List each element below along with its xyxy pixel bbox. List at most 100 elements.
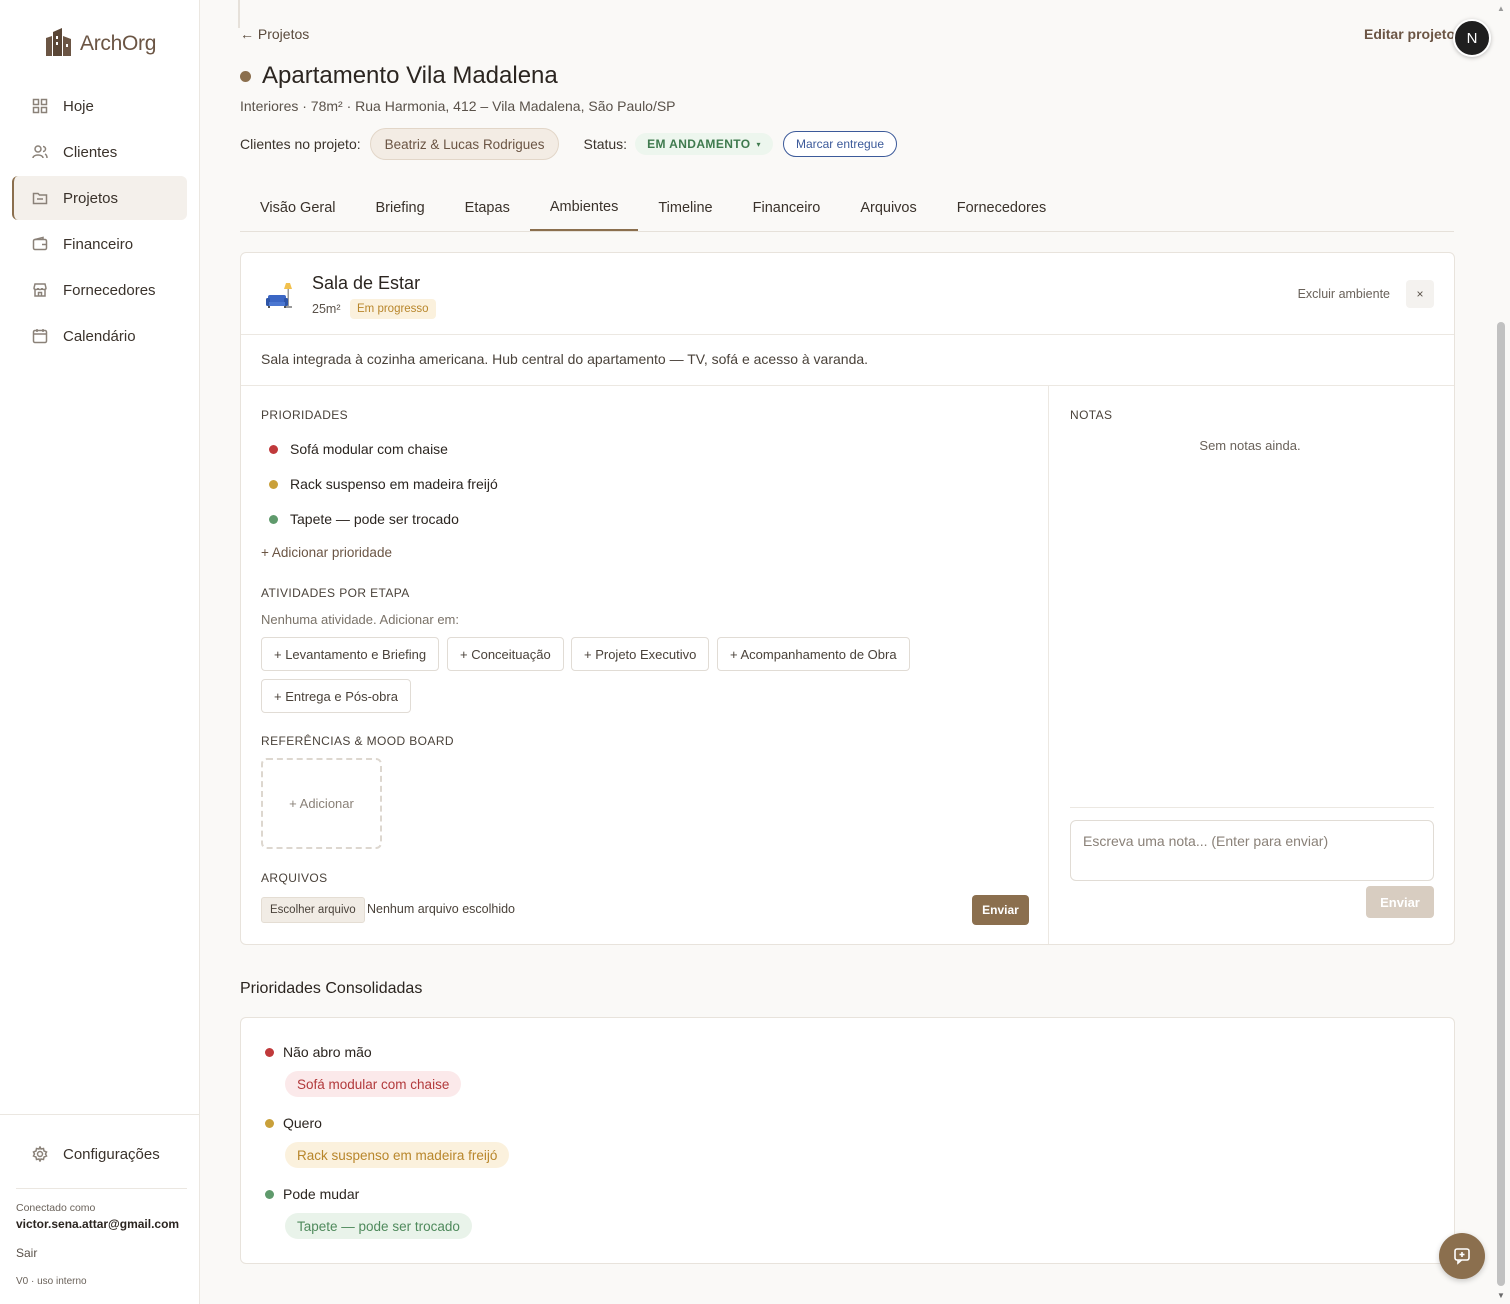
- sidebar-item-label: Projetos: [63, 189, 119, 207]
- edit-project-link[interactable]: Editar projeto: [1364, 26, 1455, 42]
- notes-divider: [1070, 807, 1434, 808]
- version-label: V0 · uso interno: [16, 1276, 87, 1287]
- sidebar-item-configuracoes[interactable]: Configurações: [12, 1132, 187, 1176]
- store-icon: [33, 283, 47, 297]
- priority-group-label: Quero: [283, 1115, 322, 1131]
- scrollbar-thumb[interactable]: [1497, 322, 1505, 1286]
- priority-group-want: Quero: [265, 1115, 322, 1131]
- room-header: Sala de Estar 25m² Em progresso Excluir …: [241, 253, 1454, 335]
- calendar-icon: [32, 329, 48, 344]
- tab-timeline[interactable]: Timeline: [638, 184, 732, 231]
- notes-panel: NOTAS Sem notas ainda. Enviar: [1050, 386, 1454, 944]
- project-subtitle: Interiores · 78m² · Rua Harmonia, 412 – …: [240, 98, 676, 114]
- no-file-text: Nenhum arquivo escolhido: [367, 902, 516, 916]
- mark-delivered-button[interactable]: Marcar entregue: [782, 131, 898, 157]
- wallet-icon: [32, 236, 48, 251]
- priority-chip: Sofá modular com chaise: [285, 1071, 462, 1097]
- sidebar-item-label: Calendário: [63, 327, 136, 345]
- tab-ambientes[interactable]: Ambientes: [529, 184, 639, 231]
- no-notes-text: Sem notas ainda.: [1199, 438, 1301, 453]
- sofa-lamp-icon: [266, 283, 292, 308]
- delete-room-button[interactable]: Excluir ambiente: [1298, 287, 1390, 301]
- add-stage-levantamento-button[interactable]: + Levantamento e Briefing: [261, 637, 440, 671]
- tab-financeiro[interactable]: Financeiro: [733, 184, 841, 231]
- sidebar-item-label: Fornecedores: [63, 281, 156, 299]
- no-activity-text: Nenhuma atividade. Adicionar em:: [261, 612, 460, 627]
- files-heading: ARQUIVOS: [261, 871, 328, 885]
- priority-text: Sofá modular com chaise: [290, 441, 448, 457]
- priority-dot-green: [269, 514, 278, 524]
- clients-row: Clientes no projeto: Beatriz & Lucas Rod…: [240, 128, 898, 160]
- status-label: Status:: [583, 136, 628, 152]
- priority-group-label: Não abro mão: [283, 1044, 372, 1060]
- room-name: Sala de Estar: [312, 273, 421, 293]
- folder-icon: [32, 192, 48, 205]
- tab-briefing[interactable]: Briefing: [356, 184, 445, 231]
- close-icon[interactable]: ×: [1406, 280, 1434, 308]
- priority-dot-red: [265, 1047, 274, 1057]
- users-icon: [32, 145, 48, 159]
- add-stage-entrega-button[interactable]: + Entrega e Pós-obra: [261, 679, 411, 713]
- room-details: PRIORIDADES Sofá modular com chaise Rack…: [241, 386, 1049, 944]
- sidebar-divider: [16, 1188, 187, 1189]
- moodboard-add-button[interactable]: + Adicionar: [261, 758, 382, 849]
- sidebar-item-clientes[interactable]: Clientes: [12, 130, 187, 174]
- brand-logo[interactable]: ArchOrg: [44, 26, 156, 56]
- logout-link[interactable]: Sair: [16, 1246, 37, 1260]
- priority-chip: Tapete — pode ser trocado: [285, 1213, 472, 1239]
- send-note-button[interactable]: Enviar: [1366, 886, 1434, 918]
- priority-text: Rack suspenso em madeira freijó: [290, 476, 498, 492]
- notes-heading: NOTAS: [1070, 408, 1113, 422]
- room-card: Sala de Estar 25m² Em progresso Excluir …: [240, 252, 1455, 945]
- priority-dot-green: [265, 1189, 274, 1199]
- priority-item[interactable]: Tapete — pode ser trocado: [269, 511, 459, 527]
- status-dropdown[interactable]: EM ANDAMENTO ▾: [635, 133, 773, 155]
- brand-name: ArchOrg: [80, 32, 157, 55]
- clients-label: Clientes no projeto:: [240, 136, 361, 152]
- message-plus-icon: [1454, 1248, 1470, 1265]
- sidebar-item-calendario[interactable]: Calendário: [12, 314, 187, 358]
- back-to-projects-link[interactable]: ← Projetos: [240, 26, 309, 42]
- client-chip[interactable]: Beatriz & Lucas Rodrigues: [369, 128, 560, 160]
- sidebar-item-projetos[interactable]: Projetos: [12, 176, 187, 220]
- building-logo-icon: [46, 28, 71, 56]
- note-input[interactable]: [1070, 820, 1434, 881]
- priority-item[interactable]: Sofá modular com chaise: [269, 441, 448, 457]
- add-stage-conceituacao-button[interactable]: + Conceituação: [447, 637, 564, 671]
- top-divider: [238, 0, 240, 28]
- project-color-dot: [240, 71, 251, 82]
- room-description: Sala integrada à cozinha americana. Hub …: [241, 335, 1454, 386]
- grid-icon: [32, 98, 48, 114]
- priority-item[interactable]: Rack suspenso em madeira freijó: [269, 476, 498, 492]
- tab-etapas[interactable]: Etapas: [445, 184, 530, 231]
- sidebar-item-financeiro[interactable]: Financeiro: [12, 222, 187, 266]
- sidebar-item-label: Hoje: [63, 97, 94, 115]
- sidebar-item-label: Clientes: [63, 143, 118, 161]
- feedback-button[interactable]: [1439, 1233, 1485, 1279]
- sidebar-item-hoje[interactable]: Hoje: [12, 84, 187, 128]
- consolidated-card: Não abro mão Sofá modular com chaise Que…: [240, 1017, 1455, 1264]
- sidebar-item-fornecedores[interactable]: Fornecedores: [12, 268, 187, 312]
- sidebar: ArchOrg Hoje Clientes Projetos Financeir…: [0, 0, 200, 1304]
- priority-group-flexible: Pode mudar: [265, 1186, 359, 1202]
- scroll-down-arrow[interactable]: ▼: [1497, 1291, 1505, 1300]
- consolidated-title: Prioridades Consolidadas: [240, 980, 423, 997]
- avatar[interactable]: N: [1453, 19, 1491, 57]
- priority-dot-yellow: [265, 1118, 274, 1128]
- moodboard-heading: REFERÊNCIAS & MOOD BOARD: [261, 734, 454, 748]
- scroll-up-arrow[interactable]: ▲: [1497, 4, 1505, 13]
- add-priority-button[interactable]: + Adicionar prioridade: [261, 545, 392, 560]
- sidebar-divider: [0, 1114, 200, 1115]
- add-stage-obra-button[interactable]: + Acompanhamento de Obra: [717, 637, 910, 671]
- choose-file-button[interactable]: Escolher arquivo: [261, 897, 365, 923]
- sidebar-item-label: Financeiro: [63, 235, 134, 253]
- tab-visao-geral[interactable]: Visão Geral: [240, 184, 356, 231]
- send-file-button[interactable]: Enviar: [972, 895, 1029, 925]
- sidebar-item-label: Configurações: [63, 1145, 160, 1163]
- tab-arquivos[interactable]: Arquivos: [840, 184, 936, 231]
- add-stage-executivo-button[interactable]: + Projeto Executivo: [571, 637, 710, 671]
- priority-dot-yellow: [269, 479, 278, 489]
- priority-group-must: Não abro mão: [265, 1044, 372, 1060]
- status-badge: Em progresso: [350, 299, 436, 319]
- tab-fornecedores[interactable]: Fornecedores: [937, 184, 1066, 231]
